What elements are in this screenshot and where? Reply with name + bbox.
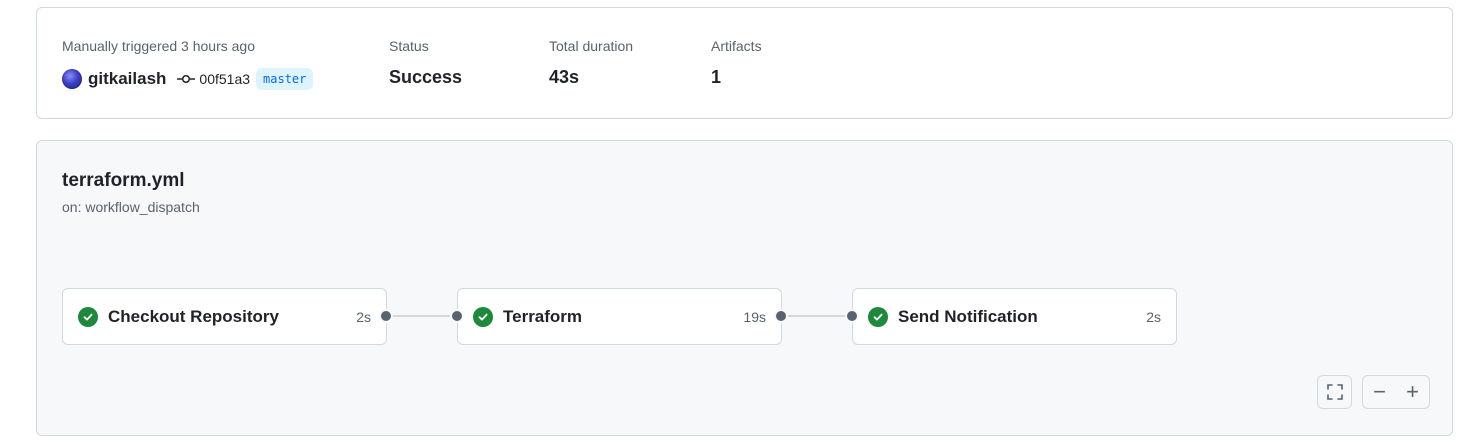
artifacts-value[interactable]: 1	[711, 65, 721, 89]
job-duration: 19s	[743, 308, 766, 325]
zoom-out-button[interactable]: −	[1363, 376, 1396, 408]
job-duration: 2s	[1146, 308, 1161, 325]
actor-username[interactable]: gitkailash	[88, 69, 166, 89]
success-check-icon	[78, 306, 98, 327]
workflow-graph-panel: terraform.yml on: workflow_dispatch Chec…	[36, 140, 1453, 436]
zoom-controls: − +	[1362, 375, 1430, 409]
actor-row: gitkailash 00f51a3 master	[62, 68, 314, 90]
success-check-icon	[473, 306, 493, 327]
trigger-label: Manually triggered 3 hours ago	[62, 38, 256, 54]
branch-badge[interactable]: master	[256, 68, 314, 90]
job-connector	[392, 315, 457, 317]
commit-icon	[177, 74, 196, 84]
fullscreen-icon	[1326, 384, 1343, 400]
commit-sha-link[interactable]: 00f51a3	[199, 71, 250, 87]
job-name: Checkout Repository	[108, 306, 279, 326]
job-card-send-notification[interactable]: Send Notification 2s	[852, 288, 1177, 345]
workflow-title: terraform.yml	[62, 170, 185, 191]
artifacts-label: Artifacts	[711, 38, 762, 54]
job-input-port	[847, 311, 857, 321]
fullscreen-button[interactable]	[1317, 375, 1352, 409]
job-duration: 2s	[356, 308, 371, 325]
trigger-column: Manually triggered 3 hours ago gitkailas…	[62, 37, 314, 90]
job-output-port	[381, 311, 391, 321]
avatar[interactable]	[62, 69, 82, 89]
status-column: Status Success	[389, 37, 462, 87]
job-connector	[787, 315, 852, 317]
job-name: Send Notification	[898, 306, 1038, 326]
run-summary-panel: Manually triggered 3 hours ago gitkailas…	[36, 7, 1453, 119]
job-card-terraform[interactable]: Terraform 19s	[457, 288, 782, 345]
artifacts-column: Artifacts 1	[711, 37, 762, 87]
zoom-in-button[interactable]: +	[1396, 376, 1429, 408]
job-card-checkout-repository[interactable]: Checkout Repository 2s	[62, 288, 387, 345]
duration-label: Total duration	[549, 38, 634, 54]
job-input-port	[452, 311, 462, 321]
success-check-icon	[868, 306, 888, 327]
job-output-port	[776, 311, 786, 321]
workflow-trigger: on: workflow_dispatch	[62, 199, 200, 215]
duration-column: Total duration 43s	[549, 37, 634, 87]
status-value: Success	[389, 67, 463, 87]
duration-value: 43s	[549, 67, 580, 87]
status-label: Status	[389, 38, 429, 54]
job-name: Terraform	[503, 306, 583, 326]
